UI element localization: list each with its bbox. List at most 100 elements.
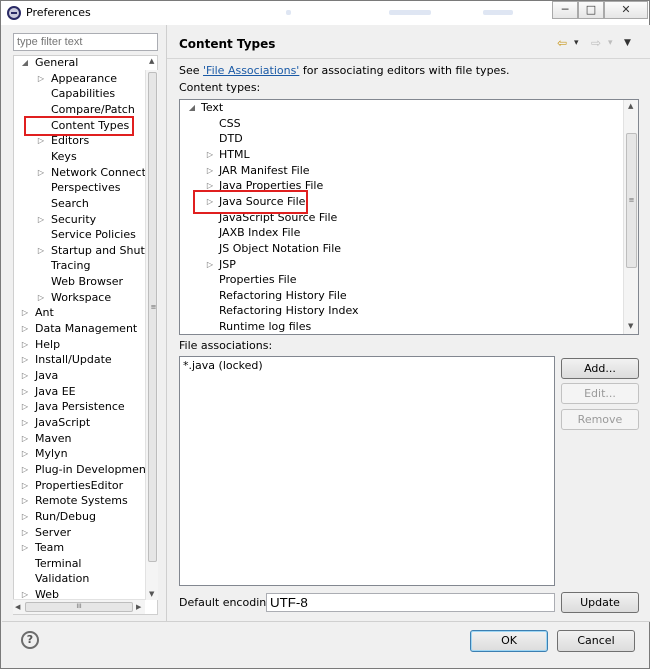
sidebar-item-label: Workspace [51, 290, 112, 304]
expander-icon[interactable]: ▷ [36, 290, 46, 305]
view-menu-icon[interactable]: ▼ [624, 38, 631, 48]
minimize-icon: ─ [561, 3, 569, 16]
scroll-right-icon[interactable]: ▶ [136, 603, 141, 611]
back-icon[interactable]: ⇦ [557, 36, 567, 50]
expander-icon[interactable]: ▷ [36, 71, 46, 86]
expander-icon[interactable]: ▷ [20, 415, 30, 430]
expander-icon[interactable]: ▷ [205, 257, 215, 272]
scroll-thumb[interactable]: III [25, 602, 133, 612]
close-button[interactable]: ✕ [604, 1, 648, 19]
expander-icon[interactable] [205, 131, 215, 146]
background-blur [286, 10, 291, 15]
expander-icon[interactable]: ▷ [20, 352, 30, 367]
sidebar-item-label: Server [35, 525, 72, 539]
ok-button[interactable]: OK [470, 630, 548, 652]
expander-icon[interactable]: ▷ [20, 493, 30, 508]
expander-icon[interactable]: ▷ [205, 163, 215, 178]
eclipse-app-icon [7, 6, 21, 20]
sidebar-item-label: Maven [35, 431, 72, 445]
forward-dropdown-icon[interactable]: ▾ [608, 38, 613, 48]
sidebar-item-label: Install/Update [35, 353, 112, 367]
tree-horizontal-scrollbar[interactable]: ◀ III ▶ [13, 599, 145, 614]
expander-icon[interactable]: ▷ [20, 399, 30, 414]
content-type-label: Refactoring History File [219, 288, 347, 302]
filter-input[interactable] [13, 33, 158, 51]
sidebar-item-label: Web Browser [51, 275, 124, 289]
expander-icon[interactable]: ▷ [20, 337, 30, 352]
edit-button[interactable]: Edit... [561, 383, 639, 404]
expander-icon[interactable]: ▷ [20, 368, 30, 383]
forward-icon[interactable]: ⇨ [591, 36, 601, 50]
expander-icon[interactable]: ▷ [20, 509, 30, 524]
tree-vertical-scrollbar[interactable]: ▲ ≡ ▼ [145, 57, 158, 600]
content-types-label: Content types: [179, 81, 261, 94]
expander-icon[interactable] [205, 241, 215, 256]
expander-icon[interactable]: ▷ [20, 321, 30, 336]
scroll-thumb[interactable]: ≡ [626, 133, 637, 268]
file-associations-link[interactable]: 'File Associations' [203, 64, 299, 77]
expander-icon[interactable] [205, 288, 215, 303]
sidebar-item-label: Ant [35, 306, 54, 320]
scroll-left-icon[interactable]: ◀ [15, 603, 20, 611]
expander-icon[interactable] [36, 180, 46, 195]
expander-icon[interactable]: ▷ [20, 431, 30, 446]
sidebar-item-label: Data Management [35, 322, 138, 336]
expander-icon[interactable]: ▷ [20, 478, 30, 493]
grip-icon: ≡ [150, 303, 157, 311]
expander-icon[interactable] [205, 303, 215, 318]
preference-tree[interactable]: ◢ General ▷ Appearance Capabilities Compare/P… [13, 55, 158, 615]
expander-icon[interactable] [36, 86, 46, 101]
sidebar-item-label: PropertiesEditor [35, 478, 124, 492]
scroll-up-icon[interactable]: ▲ [628, 102, 633, 110]
content-type-label: JAXB Index File [219, 226, 301, 240]
expander-icon[interactable] [36, 102, 46, 117]
content-types-tree[interactable]: ◢ Text CSS DTD ▷ HTML ▷ JAR Manifest File ▷ Java … [179, 99, 639, 335]
cancel-button[interactable]: Cancel [557, 630, 635, 652]
expander-icon[interactable] [205, 225, 215, 240]
expander-icon[interactable]: ▷ [205, 147, 215, 162]
add-button[interactable]: Add... [561, 358, 639, 379]
expander-icon[interactable]: ▷ [20, 384, 30, 399]
expander-icon[interactable] [205, 116, 215, 131]
file-associations-list[interactable]: *.java (locked) [179, 356, 555, 586]
sidebar-item-label: Remote Systems [35, 494, 128, 508]
expander-icon[interactable]: ▷ [36, 165, 46, 180]
expander-icon[interactable]: ◢ [187, 100, 197, 115]
expander-icon[interactable]: ▷ [20, 525, 30, 540]
expander-icon[interactable]: ▷ [20, 462, 30, 477]
scroll-down-icon[interactable]: ▼ [628, 322, 633, 330]
content-type-label: JSP [219, 257, 236, 271]
back-dropdown-icon[interactable]: ▾ [574, 38, 579, 48]
content-type-label: DTD [219, 132, 243, 146]
list-item[interactable]: *.java (locked) [183, 359, 263, 372]
expander-icon[interactable] [205, 319, 215, 334]
expander-icon[interactable]: ▷ [36, 212, 46, 227]
maximize-button[interactable]: □ [578, 1, 604, 19]
expander-icon[interactable] [36, 149, 46, 164]
scroll-down-icon[interactable]: ▼ [149, 590, 154, 598]
scroll-up-icon[interactable]: ▲ [149, 57, 154, 65]
help-icon[interactable]: ? [21, 631, 39, 649]
expander-icon[interactable]: ▷ [20, 446, 30, 461]
expander-icon[interactable] [36, 274, 46, 289]
scroll-thumb[interactable]: ≡ [148, 72, 157, 562]
content-types-scrollbar[interactable]: ▲ ≡ ▼ [623, 100, 638, 334]
sidebar-item-label: Help [35, 337, 61, 351]
expander-icon[interactable]: ▷ [20, 540, 30, 555]
sidebar-item-label: Compare/Patch [51, 102, 135, 116]
expander-icon[interactable] [20, 571, 30, 586]
expander-icon[interactable] [20, 556, 30, 571]
expander-icon[interactable]: ▷ [20, 305, 30, 320]
remove-button[interactable]: Remove [561, 409, 639, 430]
expander-icon[interactable]: ◢ [20, 56, 30, 70]
expander-icon[interactable] [205, 272, 215, 287]
expander-icon[interactable] [36, 258, 46, 273]
expander-icon[interactable] [36, 227, 46, 242]
update-button[interactable]: Update [561, 592, 639, 613]
expander-icon[interactable] [36, 196, 46, 211]
sidebar-item-label: Search [51, 196, 89, 210]
encoding-input[interactable] [266, 593, 555, 612]
minimize-button[interactable]: ─ [552, 1, 578, 19]
footer-divider [2, 621, 650, 622]
expander-icon[interactable]: ▷ [36, 243, 46, 258]
